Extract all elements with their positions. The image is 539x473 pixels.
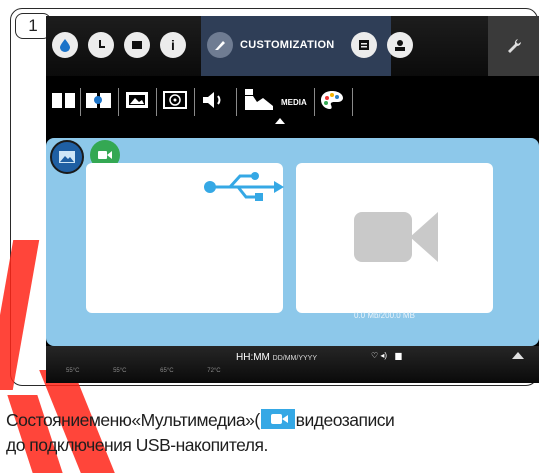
storage-usage: 0.0 Mb/200.0 MB — [354, 311, 415, 320]
caption-line-1: Состояниеменю«Мультимедиа»( видеозаписи — [6, 408, 539, 433]
caption-line-2: до подключения USB-накопителя. — [6, 435, 268, 455]
flag-icon[interactable] — [124, 32, 150, 58]
usb-storage-card[interactable] — [86, 163, 284, 313]
user-icon[interactable] — [387, 32, 413, 58]
volume-icon: ◂) — [380, 351, 388, 360]
info-icon[interactable]: i — [160, 32, 186, 58]
video-preview-card[interactable] — [296, 163, 493, 313]
media-tab-label: MEDIA — [281, 98, 307, 107]
date-text: DD/MM/YYYY — [272, 355, 318, 362]
status-bar: HH:MM DD/MM/YYYY ♡ ◂) ▆ 55°C 55°C 65°C 7… — [46, 346, 539, 383]
drop-icon[interactable] — [52, 32, 78, 58]
caption-text: видеозаписи — [295, 410, 395, 430]
photo-mode-icon — [59, 151, 75, 163]
temperature-value: 72°C — [207, 368, 221, 374]
clock-display: HH:MM DD/MM/YYYY — [236, 352, 317, 363]
video-camera-icon — [354, 212, 438, 262]
calendar-icon[interactable] — [351, 32, 377, 58]
temperature-readouts: 55°C 55°C 65°C 72°C — [66, 368, 221, 374]
picture-icon[interactable] — [124, 89, 150, 111]
tab-customization-label: CUSTOMIZATION — [240, 39, 335, 51]
temperature-value: 55°C — [66, 368, 80, 374]
printer-icon: ▆ — [395, 351, 402, 360]
wrench-icon — [507, 39, 521, 53]
active-tab-indicator — [275, 118, 285, 124]
settings-tab[interactable] — [488, 16, 539, 76]
media-icon[interactable] — [242, 89, 278, 111]
separator — [156, 88, 157, 116]
media-sub-menu: MEDIA — [46, 76, 539, 138]
time-text: HH:MM — [236, 352, 270, 363]
status-icons: ♡ ◂) ▆ — [371, 351, 401, 360]
video-mode-inline-icon — [260, 409, 295, 429]
disc-icon[interactable] — [162, 89, 188, 111]
separator — [236, 88, 237, 116]
customization-icon — [207, 32, 233, 58]
video-mode-icon — [98, 151, 112, 159]
usb-icon — [204, 172, 284, 201]
temperature-value: 65°C — [160, 368, 174, 374]
media-panel: 0.0 Mb/200.0 MB — [46, 138, 539, 346]
separator — [194, 88, 195, 116]
temperature-value: 55°C — [113, 368, 127, 374]
clock-icon[interactable] — [88, 32, 114, 58]
separator — [118, 88, 119, 116]
device-screen: i CUSTOMIZATION MEDIA 0.0 Mb/200.0 MB HH… — [46, 16, 539, 383]
separator — [80, 88, 81, 116]
expand-arrow-icon[interactable] — [512, 352, 524, 359]
palette-icon[interactable] — [318, 89, 346, 111]
figure-caption: Состояниеменю«Мультимедиа»( видеозаписи д… — [6, 408, 539, 458]
heart-icon: ♡ — [371, 351, 379, 360]
separator — [314, 88, 315, 116]
book-icon[interactable] — [50, 89, 78, 111]
caption-text: Состояниеменю«Мультимедиа»( — [6, 410, 260, 430]
speaker-icon[interactable] — [200, 89, 230, 111]
separator — [352, 88, 353, 116]
photo-mode-button[interactable] — [50, 140, 84, 174]
top-menu-bar: i CUSTOMIZATION — [46, 16, 539, 76]
book-drop-icon[interactable] — [84, 89, 114, 111]
